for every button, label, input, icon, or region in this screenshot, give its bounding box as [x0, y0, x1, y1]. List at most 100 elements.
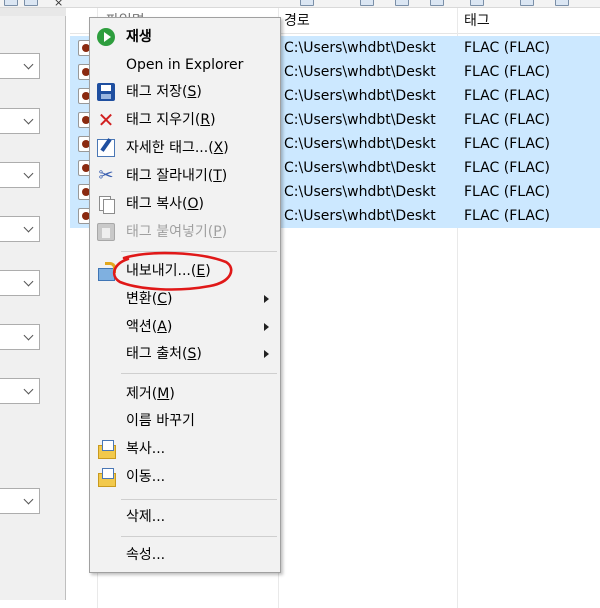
cell-path: C:\Users\whdbt\Deskt	[284, 136, 436, 152]
submenu-arrow-icon	[264, 323, 269, 331]
chevron-down-icon	[23, 494, 34, 505]
menu-item-move[interactable]: 이동...	[91, 464, 279, 490]
toolbar-icon[interactable]	[470, 0, 484, 6]
cell-path: C:\Users\whdbt\Deskt	[284, 88, 436, 104]
menu-item-label: 태그 지우기(R)	[126, 112, 216, 128]
cell-tag: FLAC (FLAC)	[464, 136, 550, 152]
cell-path: C:\Users\whdbt\Deskt	[284, 40, 436, 56]
toolbar-icon[interactable]	[4, 0, 18, 6]
menu-item-label: 태그 출처(S)	[126, 346, 202, 362]
chevron-down-icon	[23, 330, 34, 341]
chevron-down-icon	[23, 168, 34, 179]
menu-item-label: 재생	[126, 29, 152, 45]
tag-field-dropdown[interactable]	[0, 324, 40, 350]
toolbar: ×	[0, 0, 600, 8]
menu-item-label: 태그 저장(S)	[126, 84, 202, 100]
menu-item-label: 자세한 태그...(X)	[126, 140, 229, 156]
menu-separator	[121, 536, 277, 537]
cell-path: C:\Users\whdbt\Deskt	[284, 160, 436, 176]
tag-field-dropdown[interactable]	[0, 216, 40, 242]
menu-item-label: 액션(A)	[126, 319, 173, 335]
column-header-path[interactable]: 경로	[278, 8, 310, 34]
cell-tag: FLAC (FLAC)	[464, 184, 550, 200]
cell-tag: FLAC (FLAC)	[464, 160, 550, 176]
menu-item-convert[interactable]: 변환(C)	[91, 286, 279, 312]
tag-field-dropdown[interactable]	[0, 378, 40, 404]
menu-item-tag-sources[interactable]: 태그 출처(S)	[91, 341, 279, 367]
menu-item-label: 속성...	[126, 547, 166, 563]
tag-panel-header	[0, 8, 66, 16]
menu-item-open-in-explorer[interactable]: Open in Explorer	[91, 52, 279, 78]
menu-item-label: 변환(C)	[126, 291, 173, 307]
menu-item-properties[interactable]: 속성...	[91, 542, 279, 568]
chevron-down-icon	[23, 114, 34, 125]
menu-item-label: 제거(M)	[126, 386, 175, 402]
menu-item-remove[interactable]: 제거(M)	[91, 381, 279, 407]
menu-item-label: 태그 잘라내기(T)	[126, 168, 228, 184]
cell-tag: FLAC (FLAC)	[464, 40, 550, 56]
tag-field-dropdown[interactable]	[0, 162, 40, 188]
toolbar-icon[interactable]	[430, 0, 444, 6]
toolbar-icon[interactable]	[300, 0, 314, 6]
context-menu: 재생 Open in Explorer 태그 저장(S) ✕ 태그 지우기(R)…	[89, 17, 281, 573]
column-header-tag[interactable]: 태그	[458, 8, 490, 34]
folder-move-icon	[97, 468, 116, 487]
menu-item-label: 이름 바꾸기	[126, 413, 195, 429]
menu-separator	[121, 251, 277, 252]
toolbar-icon[interactable]	[520, 0, 534, 6]
menu-item-copy[interactable]: 복사...	[91, 436, 279, 462]
folder-copy-icon	[97, 440, 116, 459]
menu-item-extended-tags[interactable]: 자세한 태그...(X)	[91, 135, 279, 161]
tag-field-dropdown[interactable]	[0, 53, 40, 79]
menu-item-label: 복사...	[126, 441, 166, 457]
menu-item-remove-tag[interactable]: ✕ 태그 지우기(R)	[91, 107, 279, 133]
tag-field-dropdown[interactable]	[0, 270, 40, 296]
menu-item-cut-tag[interactable]: ✂ 태그 잘라내기(T)	[91, 163, 279, 189]
menu-item-label: 태그 복사(O)	[126, 196, 204, 212]
cell-tag: FLAC (FLAC)	[464, 112, 550, 128]
menu-item-actions[interactable]: 액션(A)	[91, 314, 279, 340]
toolbar-icon[interactable]	[395, 0, 409, 6]
menu-item-save-tag[interactable]: 태그 저장(S)	[91, 79, 279, 105]
menu-separator	[121, 499, 277, 500]
menu-item-label: Open in Explorer	[126, 57, 244, 73]
tag-field-dropdown[interactable]	[0, 488, 40, 514]
play-icon	[97, 28, 115, 46]
toolbar-icon[interactable]	[555, 0, 569, 6]
menu-item-copy-tag[interactable]: 태그 복사(O)	[91, 191, 279, 217]
toolbar-icon[interactable]	[360, 0, 374, 6]
submenu-arrow-icon	[264, 350, 269, 358]
menu-item-delete[interactable]: 삭제...	[91, 504, 279, 530]
copy-icon	[97, 195, 115, 214]
menu-item-paste-tag[interactable]: 태그 붙여넣기(P)	[91, 219, 279, 245]
tag-panel	[0, 8, 66, 600]
menu-item-label: 이동...	[126, 469, 166, 485]
menu-item-label: 삭제...	[126, 509, 166, 525]
cell-path: C:\Users\whdbt\Deskt	[284, 64, 436, 80]
save-icon	[97, 83, 115, 101]
scissors-icon: ✂	[98, 165, 114, 186]
toolbar-icon[interactable]	[24, 0, 38, 6]
edit-tag-icon	[97, 139, 115, 157]
chevron-down-icon	[23, 384, 34, 395]
menu-separator	[121, 373, 277, 374]
chevron-down-icon	[23, 276, 34, 287]
menu-item-rename[interactable]: 이름 바꾸기	[91, 408, 279, 434]
menu-item-label: 태그 붙여넣기(P)	[126, 224, 228, 240]
cell-tag: FLAC (FLAC)	[464, 64, 550, 80]
cell-tag: FLAC (FLAC)	[464, 88, 550, 104]
cell-path: C:\Users\whdbt\Deskt	[284, 112, 436, 128]
chevron-down-icon	[23, 222, 34, 233]
menu-item-export[interactable]: 내보내기...(E)	[91, 258, 279, 284]
cell-path: C:\Users\whdbt\Deskt	[284, 208, 436, 224]
menu-item-label: 내보내기...(E)	[126, 263, 211, 279]
delete-x-icon: ✕	[97, 108, 115, 132]
menu-item-play[interactable]: 재생	[91, 24, 279, 50]
cell-tag: FLAC (FLAC)	[464, 208, 550, 224]
submenu-arrow-icon	[264, 295, 269, 303]
panel-close-icon[interactable]: ×	[54, 0, 63, 7]
export-icon	[97, 262, 116, 281]
tag-field-dropdown[interactable]	[0, 108, 40, 134]
cell-path: C:\Users\whdbt\Deskt	[284, 184, 436, 200]
chevron-down-icon	[23, 59, 34, 70]
